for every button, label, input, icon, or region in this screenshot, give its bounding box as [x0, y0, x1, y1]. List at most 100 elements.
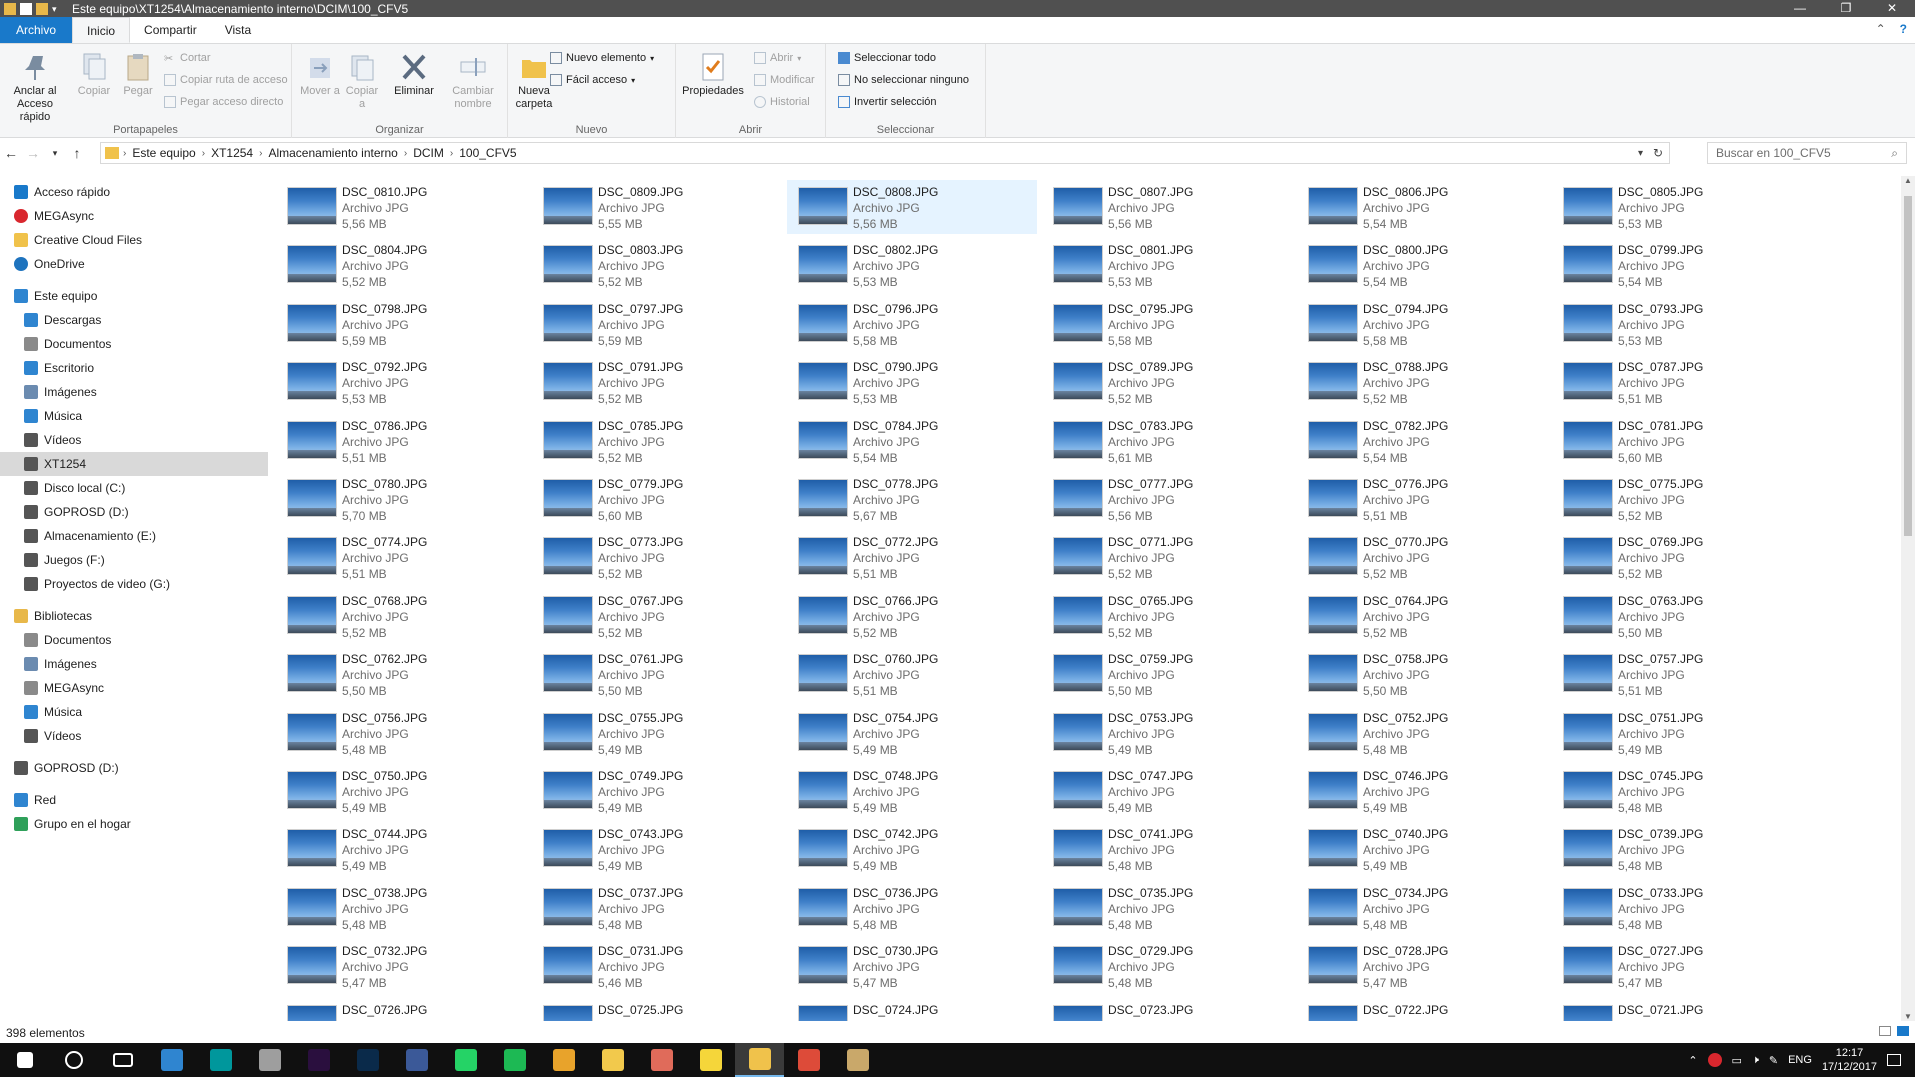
new-item-button[interactable]: Nuevo elemento ▾	[550, 52, 654, 64]
file-item[interactable]: DSC_0742.JPG Archivo JPG 5,49 MB	[787, 822, 1037, 876]
file-item[interactable]: DSC_0775.JPG Archivo JPG 5,52 MB	[1552, 472, 1802, 526]
taskbar-button[interactable]	[686, 1043, 735, 1077]
chevron-up-icon[interactable]: ⌃	[1688, 1054, 1697, 1067]
file-item[interactable]: DSC_0735.JPG Archivo JPG 5,48 MB	[1042, 881, 1292, 935]
file-item[interactable]: DSC_0779.JPG Archivo JPG 5,60 MB	[532, 472, 782, 526]
sidebar-item[interactable]: Imágenes	[0, 652, 268, 676]
mega-tray-icon[interactable]	[1707, 1053, 1722, 1067]
sidebar-item[interactable]: GOPROSD (D:)	[0, 500, 268, 524]
breadcrumb-almacenamiento[interactable]: Almacenamiento interno	[262, 146, 403, 160]
sidebar-item[interactable]: Red	[0, 788, 268, 812]
file-item[interactable]: DSC_0763.JPG Archivo JPG 5,50 MB	[1552, 589, 1802, 643]
taskbar-button[interactable]	[196, 1043, 245, 1077]
file-item[interactable]: DSC_0725.JPGArchivo JPG	[532, 998, 782, 1021]
invert-selection-button[interactable]: Invertir selección	[838, 96, 937, 108]
file-item[interactable]: DSC_0795.JPG Archivo JPG 5,58 MB	[1042, 297, 1292, 351]
file-item[interactable]: DSC_0762.JPG Archivo JPG 5,50 MB	[276, 647, 526, 701]
copy-to-button[interactable]: Copiar a	[342, 52, 382, 111]
file-item[interactable]: DSC_0731.JPG Archivo JPG 5,46 MB	[532, 939, 782, 993]
details-view-icon[interactable]	[1879, 1026, 1891, 1036]
file-item[interactable]: DSC_0768.JPG Archivo JPG 5,52 MB	[276, 589, 526, 643]
file-item[interactable]: DSC_0747.JPG Archivo JPG 5,49 MB	[1042, 764, 1292, 818]
paste-button[interactable]: Pegar	[118, 52, 158, 98]
close-button[interactable]: ✕	[1869, 0, 1915, 17]
file-item[interactable]: DSC_0772.JPG Archivo JPG 5,51 MB	[787, 530, 1037, 584]
file-item[interactable]: DSC_0739.JPG Archivo JPG 5,48 MB	[1552, 822, 1802, 876]
refresh-icon[interactable]: ↻	[1653, 146, 1663, 160]
sidebar-item[interactable]: XT1254	[0, 452, 268, 476]
file-item[interactable]: DSC_0726.JPGArchivo JPG	[276, 998, 526, 1021]
file-item[interactable]: DSC_0729.JPG Archivo JPG 5,48 MB	[1042, 939, 1292, 993]
file-item[interactable]: DSC_0727.JPG Archivo JPG 5,47 MB	[1552, 939, 1802, 993]
taskbar-button[interactable]	[49, 1043, 98, 1077]
file-item[interactable]: DSC_0770.JPG Archivo JPG 5,52 MB	[1297, 530, 1547, 584]
sidebar-item[interactable]: Música	[0, 700, 268, 724]
sidebar-item[interactable]: Vídeos	[0, 724, 268, 748]
properties-quick-icon[interactable]	[20, 2, 32, 15]
file-item[interactable]: DSC_0732.JPG Archivo JPG 5,47 MB	[276, 939, 526, 993]
file-item[interactable]: DSC_0744.JPG Archivo JPG 5,49 MB	[276, 822, 526, 876]
file-item[interactable]: DSC_0764.JPG Archivo JPG 5,52 MB	[1297, 589, 1547, 643]
sidebar-item[interactable]: Vídeos	[0, 428, 268, 452]
file-item[interactable]: DSC_0755.JPG Archivo JPG 5,49 MB	[532, 706, 782, 760]
sidebar-item[interactable]: Almacenamiento (E:)	[0, 524, 268, 548]
sidebar-item[interactable]: Este equipo	[0, 284, 268, 308]
forward-button[interactable]: →	[22, 145, 44, 161]
file-item[interactable]: DSC_0757.JPG Archivo JPG 5,51 MB	[1552, 647, 1802, 701]
taskbar-button[interactable]	[833, 1043, 882, 1077]
sidebar-item[interactable]: Documentos	[0, 332, 268, 356]
file-item[interactable]: DSC_0782.JPG Archivo JPG 5,54 MB	[1297, 414, 1547, 468]
select-all-button[interactable]: Seleccionar todo	[838, 52, 936, 64]
clock[interactable]: 12:17 17/12/2017	[1822, 1046, 1877, 1074]
file-item[interactable]: DSC_0740.JPG Archivo JPG 5,49 MB	[1297, 822, 1547, 876]
file-item[interactable]: DSC_0741.JPG Archivo JPG 5,48 MB	[1042, 822, 1292, 876]
recent-locations-button[interactable]: ▾	[44, 148, 66, 159]
sidebar-item[interactable]: Descargas	[0, 308, 268, 332]
file-item[interactable]: DSC_0724.JPGArchivo JPG	[787, 998, 1037, 1021]
file-item[interactable]: DSC_0781.JPG Archivo JPG 5,60 MB	[1552, 414, 1802, 468]
tiles-view-icon[interactable]	[1897, 1026, 1909, 1036]
sidebar-item[interactable]: Escritorio	[0, 356, 268, 380]
paste-shortcut-button[interactable]: Pegar acceso directo	[164, 96, 283, 108]
pin-quick-access-button[interactable]: Anclar al Acceso rápido	[4, 52, 66, 124]
file-item[interactable]: DSC_0721.JPGArchivo JPG	[1552, 998, 1802, 1021]
file-item[interactable]: DSC_0804.JPG Archivo JPG 5,52 MB	[276, 238, 526, 292]
breadcrumb-este-equipo[interactable]: Este equipo	[126, 146, 201, 160]
file-item[interactable]: DSC_0765.JPG Archivo JPG 5,52 MB	[1042, 589, 1292, 643]
taskbar-button[interactable]	[98, 1043, 147, 1077]
breadcrumb-100-cfv5[interactable]: 100_CFV5	[453, 146, 522, 160]
network-icon[interactable]: ▭	[1732, 1054, 1742, 1067]
sidebar-item[interactable]: Proyectos de video (G:)	[0, 572, 268, 596]
file-item[interactable]: DSC_0733.JPG Archivo JPG 5,48 MB	[1552, 881, 1802, 935]
file-item[interactable]: DSC_0780.JPG Archivo JPG 5,70 MB	[276, 472, 526, 526]
sidebar-item[interactable]: Disco local (C:)	[0, 476, 268, 500]
file-item[interactable]: DSC_0801.JPG Archivo JPG 5,53 MB	[1042, 238, 1292, 292]
rename-button[interactable]: Cambiar nombre	[444, 52, 502, 111]
file-item[interactable]: DSC_0807.JPG Archivo JPG 5,56 MB	[1042, 180, 1292, 234]
move-to-button[interactable]: Mover a	[300, 52, 340, 98]
file-item[interactable]: DSC_0722.JPGArchivo JPG	[1297, 998, 1547, 1021]
file-item[interactable]: DSC_0790.JPG Archivo JPG 5,53 MB	[787, 355, 1037, 409]
file-item[interactable]: DSC_0787.JPG Archivo JPG 5,51 MB	[1552, 355, 1802, 409]
file-item[interactable]: DSC_0743.JPG Archivo JPG 5,49 MB	[532, 822, 782, 876]
file-item[interactable]: DSC_0799.JPG Archivo JPG 5,54 MB	[1552, 238, 1802, 292]
file-item[interactable]: DSC_0749.JPG Archivo JPG 5,49 MB	[532, 764, 782, 818]
taskbar-button[interactable]	[539, 1043, 588, 1077]
taskbar-button[interactable]	[441, 1043, 490, 1077]
file-item[interactable]: DSC_0759.JPG Archivo JPG 5,50 MB	[1042, 647, 1292, 701]
file-item[interactable]: DSC_0809.JPG Archivo JPG 5,55 MB	[532, 180, 782, 234]
sidebar-item[interactable]: Acceso rápido	[0, 180, 268, 204]
taskbar-button[interactable]	[637, 1043, 686, 1077]
scroll-down-arrow[interactable]: ▼	[1901, 1012, 1915, 1021]
file-item[interactable]: DSC_0769.JPG Archivo JPG 5,52 MB	[1552, 530, 1802, 584]
tab-archivo[interactable]: Archivo	[0, 17, 73, 43]
file-item[interactable]: DSC_0802.JPG Archivo JPG 5,53 MB	[787, 238, 1037, 292]
taskbar-button[interactable]	[392, 1043, 441, 1077]
file-item[interactable]: DSC_0758.JPG Archivo JPG 5,50 MB	[1297, 647, 1547, 701]
taskbar-button[interactable]	[245, 1043, 294, 1077]
breadcrumb-xt1254[interactable]: XT1254	[205, 146, 259, 160]
file-item[interactable]: DSC_0792.JPG Archivo JPG 5,53 MB	[276, 355, 526, 409]
file-item[interactable]: DSC_0750.JPG Archivo JPG 5,49 MB	[276, 764, 526, 818]
file-item[interactable]: DSC_0805.JPG Archivo JPG 5,53 MB	[1552, 180, 1802, 234]
file-item[interactable]: DSC_0756.JPG Archivo JPG 5,48 MB	[276, 706, 526, 760]
